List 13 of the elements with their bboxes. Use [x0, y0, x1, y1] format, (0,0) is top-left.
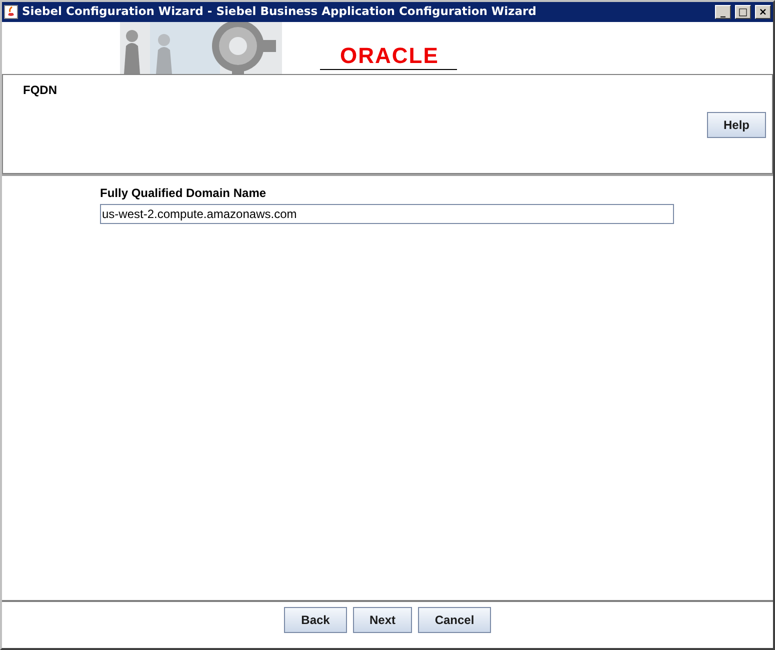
back-button[interactable]: Back: [284, 607, 347, 633]
next-button[interactable]: Next: [353, 607, 412, 633]
page-title: FQDN: [23, 82, 57, 99]
window-title: Siebel Configuration Wizard - Siebel Business Application Configuration Wizard: [22, 3, 538, 20]
domain-name-field[interactable]: us-west-2.compute.amazonaws.com: [100, 204, 674, 224]
maximize-button[interactable]: □: [735, 5, 751, 19]
minimize-button[interactable]: _: [715, 5, 731, 19]
oracle-logo: ORACLE: [320, 45, 457, 70]
close-button[interactable]: ×: [755, 5, 771, 19]
help-button[interactable]: Help: [707, 112, 766, 138]
cancel-button[interactable]: Cancel: [418, 607, 491, 633]
app-icon: [4, 5, 18, 19]
field-label: Fully Qualified Domain Name: [100, 185, 266, 202]
